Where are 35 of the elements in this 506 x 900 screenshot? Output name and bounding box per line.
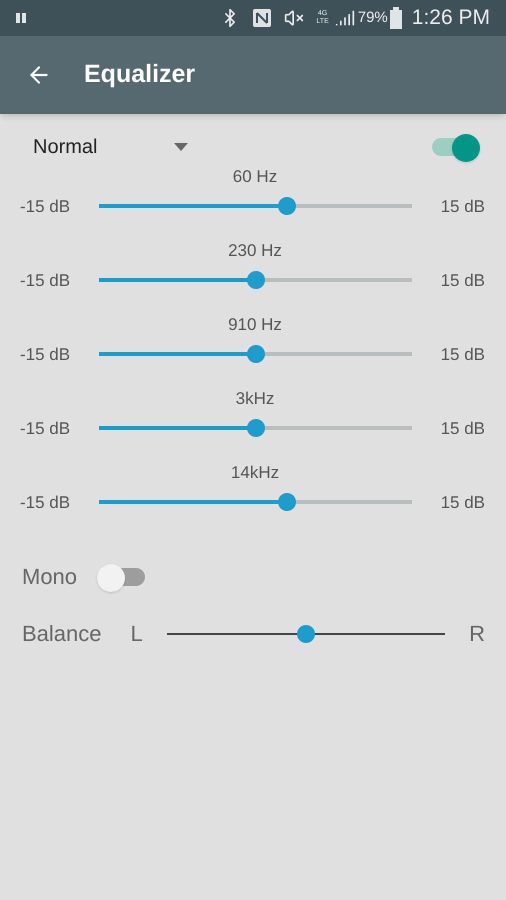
slider-thumb[interactable] [246, 419, 264, 438]
max-db-label: 15 dB [440, 196, 485, 218]
band-label: 230 Hz [228, 240, 282, 262]
max-db-label: 15 dB [440, 270, 485, 292]
nfc-icon [252, 8, 272, 28]
max-db-label: 15 dB [440, 492, 485, 514]
slider-thumb[interactable] [296, 624, 315, 642]
slider-thumb[interactable] [278, 493, 296, 512]
min-db-label: -15 dB [20, 344, 72, 366]
min-db-label: -15 dB [20, 196, 72, 218]
band-label: 60 Hz [232, 166, 278, 188]
band-label: 14kHz [230, 462, 280, 484]
min-db-label: -15 dB [20, 270, 72, 292]
mono-label: Mono [22, 563, 78, 591]
band-label: 3kHz [236, 388, 274, 410]
min-db-label: -15 dB [20, 418, 72, 440]
max-db-label: 15 dB [440, 344, 485, 366]
min-db-label: -15 dB [20, 492, 72, 514]
right-label: R [469, 620, 485, 648]
signal-icon [334, 8, 355, 28]
pause-icon [16, 12, 28, 24]
slider-thumb[interactable] [246, 271, 264, 290]
app-title: Equalizer [84, 59, 196, 90]
slider-thumb[interactable] [278, 197, 296, 216]
slider-thumb[interactable] [246, 345, 264, 364]
max-db-label: 15 dB [440, 418, 485, 440]
dropdown-arrow-icon [174, 143, 188, 151]
clock: 1:26 PM [412, 5, 490, 32]
balance-label: Balance [22, 620, 102, 648]
mute-icon [284, 8, 304, 28]
preset-dropdown[interactable]: Normal [33, 132, 188, 162]
battery-icon [390, 7, 402, 29]
left-label: L [130, 620, 143, 648]
band-label: 910 Hz [228, 314, 282, 336]
battery-percent: 79% [358, 8, 388, 28]
